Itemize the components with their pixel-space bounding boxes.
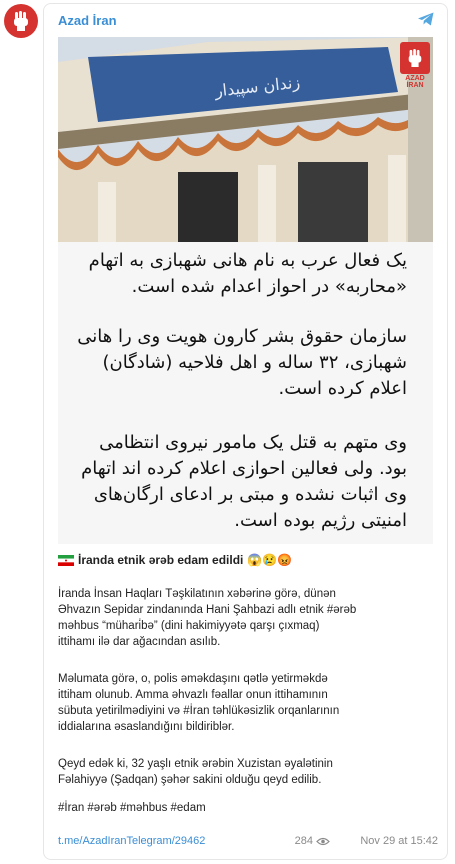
view-count: 284 [294, 835, 313, 847]
body-line: məhbus “mühari̇bə” (dini hakimiyyətə qar… [58, 620, 320, 632]
post-paragraph-3: Qeyd edək ki, 32 yaşlı etnik ərəbin Xuzi… [58, 756, 433, 788]
eye-icon [316, 837, 330, 845]
post-card: Azad İran زندان سپیدار AZAD İRAN یک فعال… [43, 3, 448, 860]
persian-line: اعلام کرده است. [278, 378, 408, 399]
headline-text: İranda etnik ərəb edam edildi [78, 553, 244, 567]
body-line: İranda İnsan Haqları Təşkilatının xəbəri… [58, 588, 336, 600]
headline-emojis: 😱😢😡 [247, 553, 293, 567]
body-line: Əhvazın Sepidar zindanında Hani Şahbazi … [58, 604, 357, 616]
body-line: Qeyd edək ki, 32 yaşlı etnik ərəbin Xuzi… [58, 758, 333, 770]
post-link[interactable]: t.me/AzadIranTelegram/29462 [58, 835, 205, 847]
persian-line: وی اثبات نشده و مبتی بر ادعای ارگان‌های [93, 484, 407, 505]
view-counter: 284 [295, 835, 330, 847]
post-paragraph-2: Məlumata görə, o, polis əməkdaşını qətlə… [58, 671, 433, 735]
persian-text-image: یک فعال عرب به نام هانی شهبازی به اتهام … [58, 242, 433, 544]
body-line: ittiham olunub. Amma əhvazlı fəallar onu… [58, 689, 328, 701]
post-image[interactable]: زندان سپیدار AZAD İRAN [58, 37, 433, 242]
post-headline: İranda etnik ərəb edam edildi 😱😢😡 [58, 553, 292, 567]
persian-paragraph-3: وی متهم به قتل یک مامور نیروی انتظامی بو… [72, 430, 407, 534]
hashtags[interactable]: #İran #ərəb #məhbus #edam [58, 800, 433, 816]
brand-logo: AZAD İRAN [397, 42, 433, 89]
persian-line: وی متهم به قتل یک مامور نیروی انتظامی [99, 432, 407, 453]
persian-paragraph-2: سازمان حقوق بشر کارون هویت وی را هانی شه… [72, 324, 407, 402]
iran-flag-icon [58, 554, 74, 566]
persian-paragraph-1: یک فعال عرب به نام هانی شهبازی به اتهام … [72, 248, 407, 300]
persian-line: یک فعال عرب به نام هانی شهبازی به اتهام [88, 250, 407, 271]
persian-line: «محاربه» در احواز اعدام شده است. [131, 276, 407, 297]
fist-icon [14, 11, 28, 31]
fist-icon [408, 49, 422, 67]
channel-avatar[interactable] [4, 4, 38, 38]
body-line: ittihamı ilə dar ağacından asılıb. [58, 636, 221, 648]
persian-line: بود. ولی فعالین احوازی اعلام کرده اند ات… [81, 458, 407, 479]
building-photo: زندان سپیدار [58, 37, 433, 242]
telegram-icon[interactable] [417, 11, 435, 32]
body-line: Fəlahiyyə (Şadqan) şəhər sakini olduğu q… [58, 774, 322, 786]
body-line: iddialarına əsaslandığını bildiriblər. [58, 721, 235, 733]
persian-line: شهبازی، ۳۲ ساله و اهل فلاحیه (شادگان) [102, 352, 407, 373]
body-line: sübuta yetirilmədiyini və #İran təhlükəs… [58, 705, 340, 717]
persian-line: سازمان حقوق بشر کارون هویت وی را هانی [77, 326, 407, 347]
persian-line: امنیتی رژیم بوده است. [234, 510, 407, 531]
channel-name[interactable]: Azad İran [58, 13, 117, 28]
body-line: Məlumata görə, o, polis əməkdaşını qətlə… [58, 673, 328, 685]
post-timestamp[interactable]: Nov 29 at 15:42 [360, 835, 438, 847]
post-paragraph-1: İranda İnsan Haqları Təşkilatının xəbəri… [58, 586, 433, 650]
brand-logo-text: AZAD İRAN [405, 75, 425, 89]
